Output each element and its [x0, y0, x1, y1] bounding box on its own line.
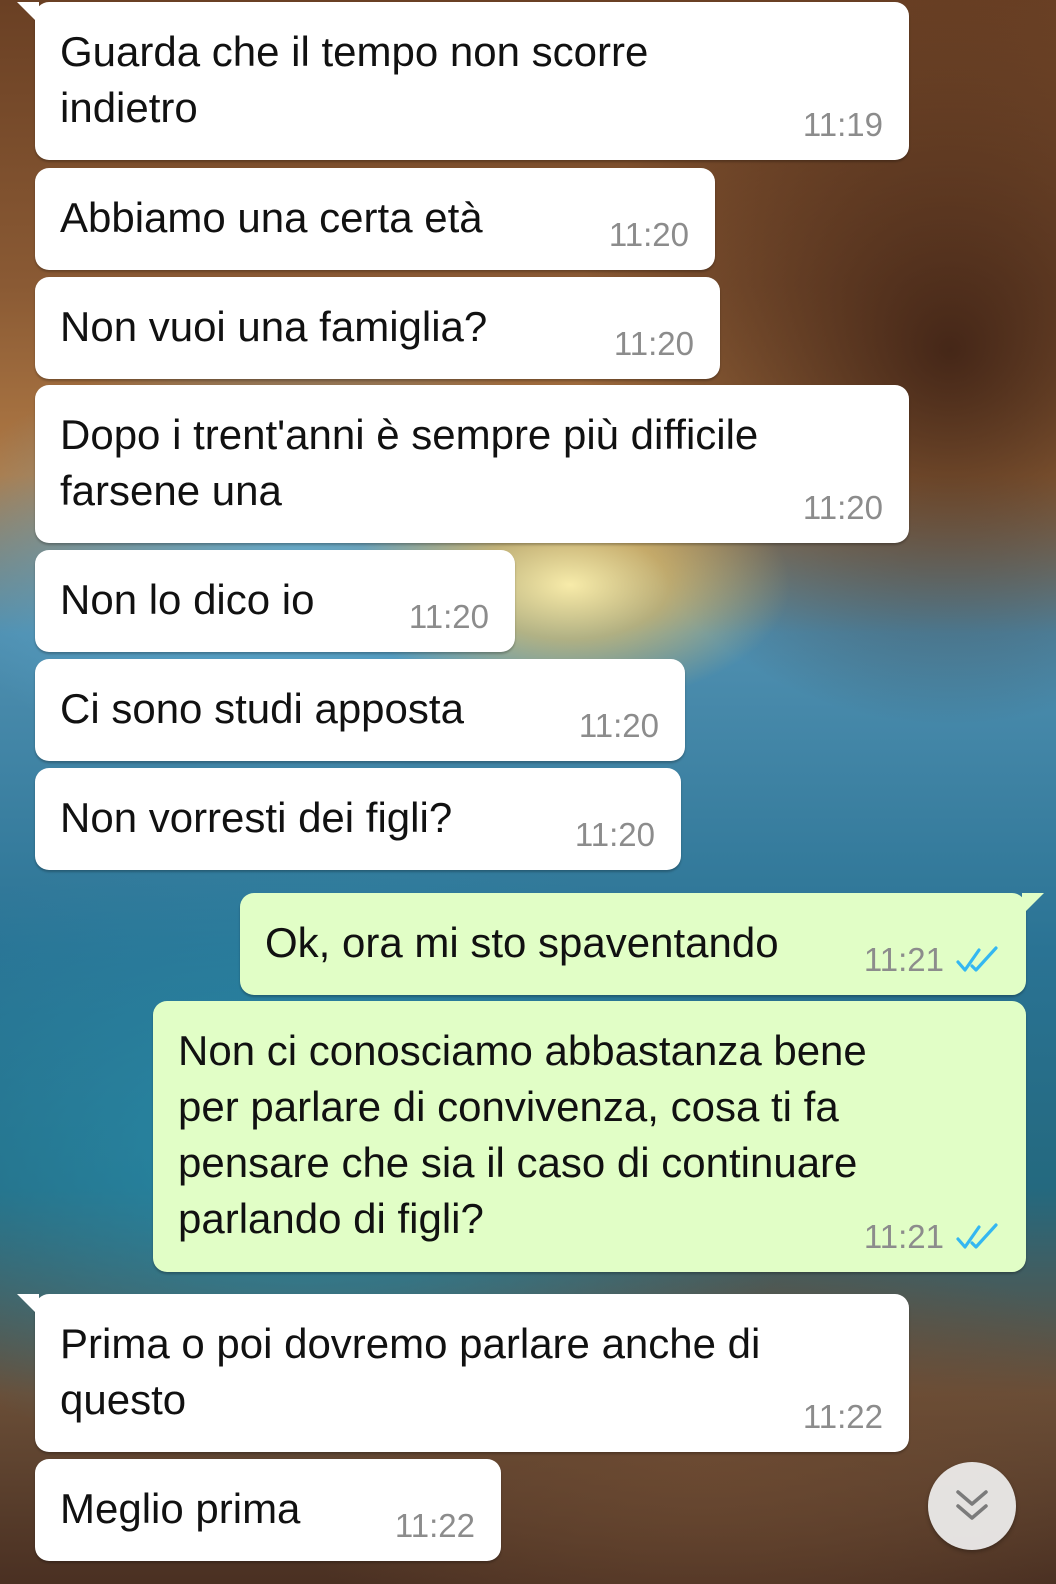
incoming-message[interactable]: Abbiamo una certa età 11:20: [35, 168, 715, 270]
message-time: 11:20: [578, 707, 659, 744]
outgoing-message[interactable]: Non ci conosciamo abbastanza bene per pa…: [153, 1001, 1026, 1272]
message-text: Non ci conosciamo abbastanza bene per pa…: [178, 1027, 867, 1242]
message-meta: 11:20: [614, 325, 694, 363]
message-time: 11:21: [863, 1218, 944, 1255]
message-meta: 11:20: [803, 489, 883, 527]
double-check-icon: [956, 946, 998, 972]
incoming-message[interactable]: Dopo i trent'anni è sempre più difficile…: [35, 385, 909, 543]
message-time: 11:20: [613, 325, 694, 362]
bubble-tail: [1022, 893, 1044, 915]
message-text: Non lo dico io: [60, 576, 315, 623]
message-time: 11:22: [394, 1507, 475, 1544]
incoming-message[interactable]: Prima o poi dovremo parlare anche di que…: [17, 1294, 909, 1452]
incoming-message[interactable]: Guarda che il tempo non scorre indietro …: [17, 2, 909, 160]
message-text: Meglio prima: [60, 1485, 301, 1532]
incoming-message[interactable]: Non lo dico io 11:20: [35, 550, 515, 652]
message-time: 11:22: [802, 1398, 883, 1435]
message-meta: 11:20: [575, 816, 655, 854]
message-text: Abbiamo una certa età: [60, 194, 483, 241]
message-meta: 11:21: [864, 1218, 1000, 1256]
message-meta: 11:20: [579, 707, 659, 745]
message-meta: 11:20: [409, 598, 489, 636]
incoming-message[interactable]: Non vorresti dei figli? 11:20: [35, 768, 681, 870]
bubble-tail: [17, 1294, 39, 1316]
message-meta: 11:21: [864, 941, 1000, 979]
message-text: Non vorresti dei figli?: [60, 794, 453, 841]
message-text: Non vuoi una famiglia?: [60, 303, 488, 350]
double-chevron-down-icon: [956, 1490, 988, 1520]
message-meta: 11:22: [395, 1507, 475, 1545]
outgoing-message[interactable]: Ok, ora mi sto spaventando 11:21: [240, 893, 1044, 995]
message-text: Dopo i trent'anni è sempre più difficile…: [60, 411, 759, 514]
message-text: Ci sono studi apposta: [60, 685, 464, 732]
message-meta: 11:22: [803, 1398, 883, 1436]
message-time: 11:21: [863, 941, 944, 978]
double-check-icon: [956, 1223, 998, 1249]
incoming-message[interactable]: Meglio prima 11:22: [35, 1459, 501, 1561]
message-meta: 11:19: [803, 106, 883, 144]
message-meta: 11:20: [609, 216, 689, 254]
message-text: Prima o poi dovremo parlare anche di que…: [60, 1320, 761, 1423]
scroll-to-bottom-button[interactable]: [928, 1462, 1016, 1550]
message-time: 11:20: [802, 489, 883, 526]
bubble-tail: [17, 2, 39, 24]
message-time: 11:20: [608, 216, 689, 253]
incoming-message[interactable]: Non vuoi una famiglia? 11:20: [35, 277, 720, 379]
message-time: 11:20: [574, 816, 655, 853]
message-text: Ok, ora mi sto spaventando: [265, 919, 779, 966]
message-text: Guarda che il tempo non scorre indietro: [60, 28, 649, 131]
incoming-message[interactable]: Ci sono studi apposta 11:20: [35, 659, 685, 761]
message-time: 11:19: [802, 106, 883, 143]
message-time: 11:20: [408, 598, 489, 635]
